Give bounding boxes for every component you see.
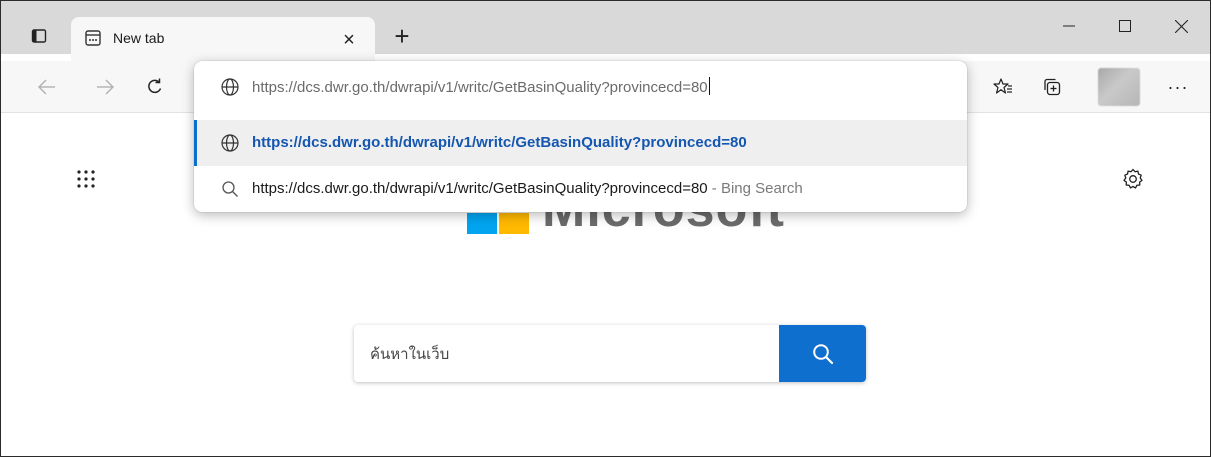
maximize-button[interactable] [1102, 9, 1148, 43]
microsoft-logo [467, 213, 531, 235]
maximize-icon [1119, 20, 1131, 32]
forward-button[interactable] [89, 71, 121, 103]
minimize-button[interactable] [1046, 9, 1092, 43]
url-protocol-host: https://dcs.dwr.go.th [252, 79, 386, 96]
page-settings-button[interactable] [1118, 164, 1148, 194]
search-icon [222, 181, 238, 197]
logo-yellow-square [499, 213, 529, 234]
tab-close-button[interactable]: × [337, 28, 361, 52]
url-path: /dwrapi/v1/writc/GetBasinQuality?provinc… [385, 79, 708, 96]
forward-arrow-icon [97, 79, 114, 95]
suggestion-hint: - Bing Search [707, 180, 803, 197]
suggestion-text-wrap: https://dcs.dwr.go.th/dwrapi/v1/writc/Ge… [252, 180, 803, 197]
back-arrow-icon [38, 79, 55, 95]
tab-strip: New tab × + [1, 1, 1210, 61]
new-tab-page-icon [85, 30, 101, 46]
tab-new-tab[interactable]: New tab × [71, 17, 375, 61]
new-tab-button[interactable]: + [386, 20, 418, 52]
settings-and-more-button[interactable]: ··· [1162, 71, 1194, 103]
close-window-button[interactable] [1158, 9, 1204, 43]
text-caret [708, 77, 710, 95]
address-bar-input[interactable]: https://dcs.dwr.go.th/dwrapi/v1/writc/Ge… [252, 77, 710, 96]
favorites-star-icon [993, 78, 1012, 94]
globe-icon [221, 134, 239, 152]
tab-actions-button[interactable] [21, 18, 57, 54]
app-launcher-button[interactable] [71, 164, 101, 194]
web-search-box [354, 325, 866, 382]
globe-icon [221, 78, 239, 96]
address-bar-dropdown: https://dcs.dwr.go.th/dwrapi/v1/writc/Ge… [194, 61, 967, 212]
suggestion-bing-search[interactable]: https://dcs.dwr.go.th/dwrapi/v1/writc/Ge… [194, 166, 967, 212]
address-bar[interactable]: https://dcs.dwr.go.th/dwrapi/v1/writc/Ge… [194, 61, 967, 113]
close-icon [1174, 19, 1188, 33]
search-icon [812, 343, 833, 364]
app-grid-icon [77, 170, 95, 188]
back-button[interactable] [31, 71, 63, 103]
collections-icon [1044, 78, 1061, 96]
web-search-button[interactable] [779, 325, 866, 382]
suggestion-url[interactable]: https://dcs.dwr.go.th/dwrapi/v1/writc/Ge… [194, 120, 967, 166]
profile-avatar-button[interactable] [1098, 68, 1140, 106]
web-search-input[interactable] [354, 325, 779, 382]
tab-actions-icon [31, 29, 47, 43]
favorites-button[interactable] [987, 71, 1019, 103]
gear-icon [1123, 168, 1143, 189]
suggestion-text: https://dcs.dwr.go.th/dwrapi/v1/writc/Ge… [252, 134, 747, 151]
browser-window: New tab × + ··· ค้นหาในเว็บ https://dcs.… [0, 0, 1211, 457]
refresh-button[interactable] [139, 71, 171, 103]
collections-button[interactable] [1036, 71, 1068, 103]
tab-title: New tab [113, 30, 165, 46]
suggestion-text: https://dcs.dwr.go.th/dwrapi/v1/writc/Ge… [252, 180, 708, 197]
logo-blue-square [467, 213, 497, 234]
minimize-icon [1063, 25, 1075, 27]
refresh-icon [148, 78, 162, 94]
